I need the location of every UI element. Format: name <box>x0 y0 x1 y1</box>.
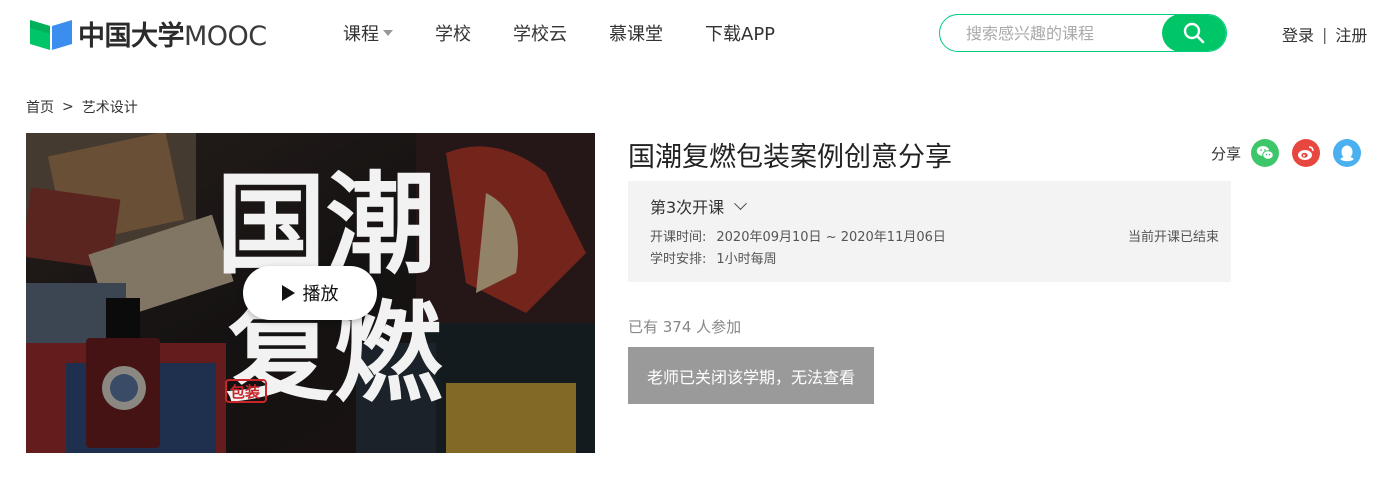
auth-links: 登录 | 注册 <box>1282 22 1367 46</box>
term-time-value: 2020年09月10日 ~ 2020年11月06日 <box>716 230 946 245</box>
chevron-down-icon <box>734 196 748 210</box>
site-logo[interactable]: 中国大学MOOC <box>28 14 267 52</box>
search-icon <box>1183 22 1205 44</box>
auth-separator: | <box>1322 24 1328 44</box>
wechat-icon <box>1256 146 1274 160</box>
term-selected-label: 第3次开课 <box>650 198 725 217</box>
qq-icon <box>1340 145 1354 162</box>
play-icon <box>281 285 295 301</box>
term-time-row: 开课时间: 2020年09月10日 ~ 2020年11月06日 <box>650 226 946 245</box>
search-button[interactable] <box>1162 15 1226 51</box>
nav-item-school-cloud[interactable]: 学校云 <box>513 20 567 46</box>
nav-label: 下载APP <box>705 24 776 45</box>
nav-item-courses[interactable]: 课程 <box>343 20 393 46</box>
share-weibo-button[interactable] <box>1292 139 1321 167</box>
share-wechat-button[interactable] <box>1251 139 1280 167</box>
play-button[interactable]: 播放 <box>243 266 377 320</box>
nav-label: 课程 <box>343 24 379 45</box>
top-header: 中国大学MOOC 课程 学校 学校云 慕课堂 下载APP 登录 | <box>0 0 1400 66</box>
search-input[interactable] <box>940 15 1162 51</box>
logo-text: 中国大学MOOC <box>78 20 267 52</box>
main-nav: 课程 学校 学校云 慕课堂 下载APP <box>343 20 817 46</box>
weibo-icon <box>1298 146 1314 160</box>
register-link[interactable]: 注册 <box>1335 22 1367 46</box>
term-closed-button[interactable]: 老师已关闭该学期，无法查看 <box>628 347 874 404</box>
breadcrumb-category[interactable]: 艺术设计 <box>82 97 138 117</box>
nav-item-download-app[interactable]: 下载APP <box>705 20 775 46</box>
nav-item-mooc-classroom[interactable]: 慕课堂 <box>609 20 663 46</box>
logo-book-icon <box>30 20 72 50</box>
share-label: 分享 <box>1211 144 1242 163</box>
term-status: 当前开课已结束 <box>1127 230 1219 245</box>
term-time-label: 开课时间: <box>650 230 707 245</box>
nav-label: 慕课堂 <box>609 24 663 45</box>
breadcrumb-home[interactable]: 首页 <box>26 97 54 117</box>
login-link[interactable]: 登录 <box>1282 22 1314 46</box>
course-title: 国潮复燃包装案例创意分享 <box>628 142 952 173</box>
play-label: 播放 <box>302 284 339 305</box>
cover-stamp: 包装 <box>230 383 261 401</box>
term-schedule-row: 学时安排: 1小时每周 <box>650 248 777 267</box>
enrolled-count: 已有 374 人参加 <box>628 318 742 336</box>
breadcrumb: 首页 > 艺术设计 <box>26 97 138 117</box>
term-selector[interactable]: 第3次开课 <box>650 194 748 218</box>
term-schedule-value: 1小时每周 <box>716 252 777 267</box>
term-schedule-label: 学时安排: <box>650 252 707 267</box>
breadcrumb-separator: > <box>62 99 74 115</box>
term-info-panel: 第3次开课 开课时间: 2020年09月10日 ~ 2020年11月06日 学时安… <box>628 181 1231 282</box>
nav-label: 学校 <box>435 24 471 45</box>
nav-label: 学校云 <box>513 24 567 45</box>
nav-item-schools[interactable]: 学校 <box>435 20 471 46</box>
search-box <box>939 14 1227 52</box>
caret-down-icon <box>383 30 393 36</box>
share-qq-button[interactable] <box>1333 139 1362 167</box>
share-bar: 分享 <box>1211 139 1362 167</box>
course-cover[interactable]: 国潮 复燃 包装 播放 <box>26 133 595 453</box>
